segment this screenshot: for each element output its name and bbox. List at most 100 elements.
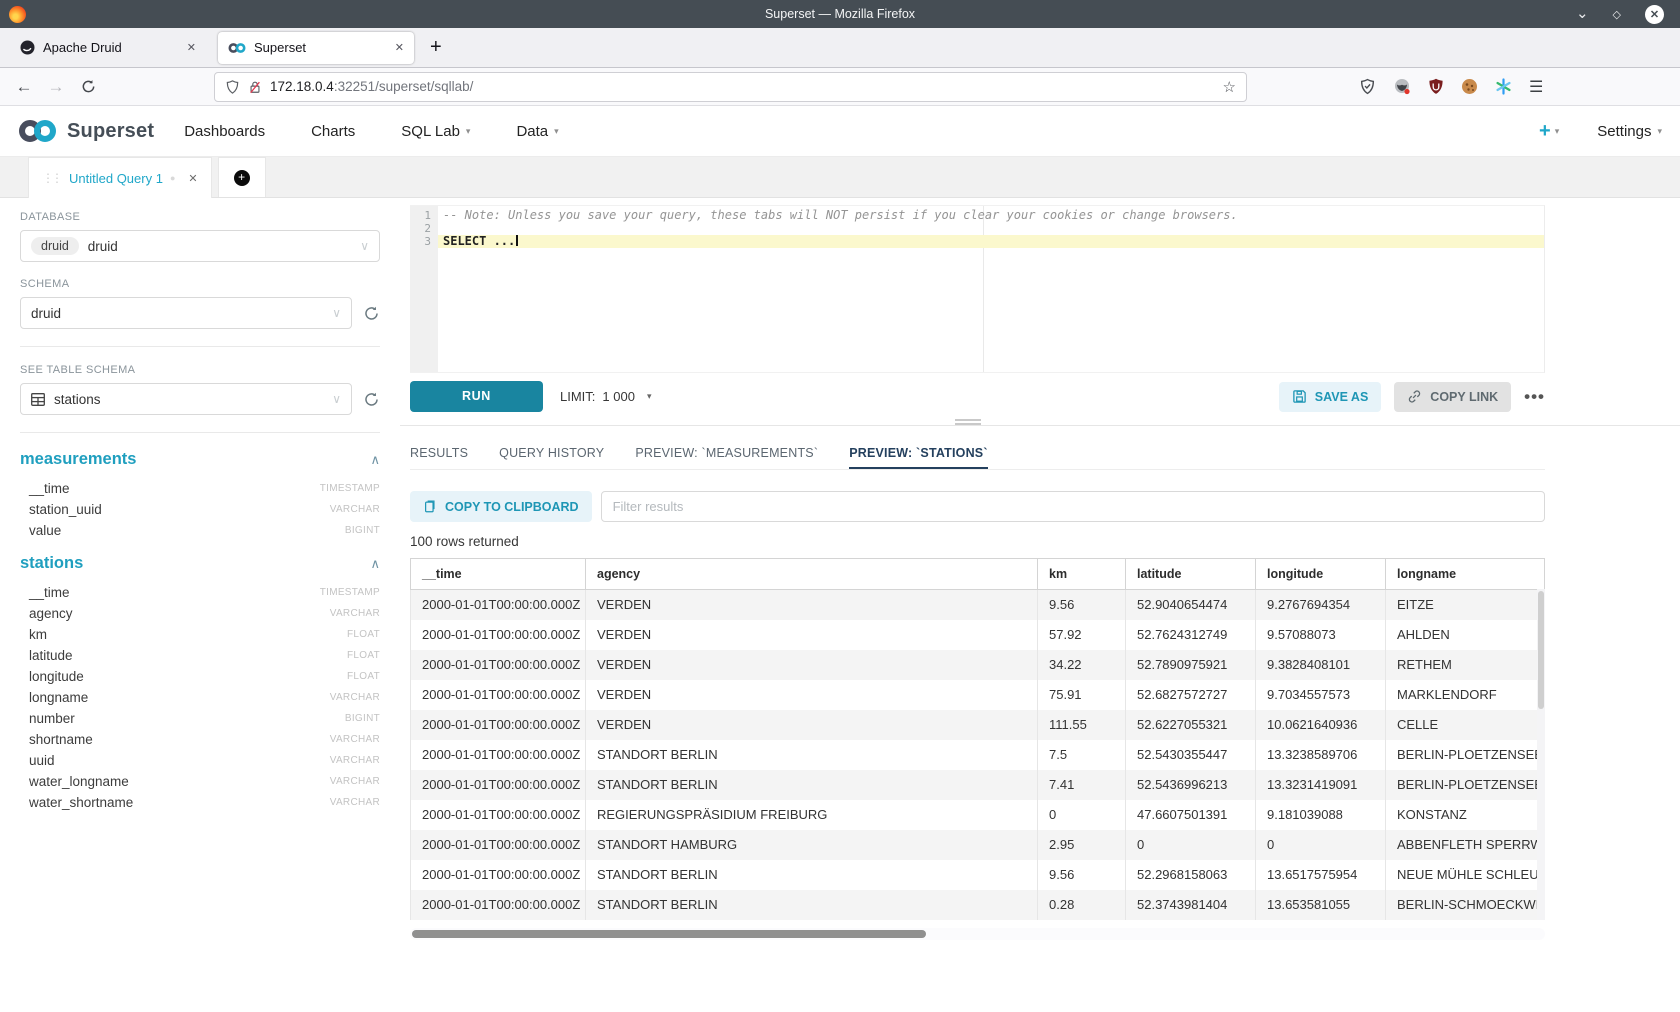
- results-tab[interactable]: PREVIEW: `MEASUREMENTS`: [635, 438, 818, 469]
- cookie-icon[interactable]: [1461, 78, 1478, 95]
- window-close-icon[interactable]: ✕: [1645, 5, 1664, 24]
- code-line[interactable]: [438, 222, 1544, 235]
- refresh-tables-icon[interactable]: [363, 391, 380, 408]
- table-section-header[interactable]: stations ∧: [20, 554, 380, 573]
- copy-to-clipboard-button[interactable]: COPY TO CLIPBOARD: [410, 491, 592, 522]
- url-text[interactable]: 172.18.0.4:32251/superset/sqllab/: [270, 79, 473, 94]
- grid-cell: 2000-01-01T00:00:00.000Z: [411, 740, 586, 770]
- ublock-icon[interactable]: [1428, 78, 1444, 95]
- run-button[interactable]: RUN: [410, 381, 543, 412]
- query-tab-close-icon[interactable]: ✕: [188, 172, 197, 185]
- save-as-button[interactable]: SAVE AS: [1279, 382, 1382, 412]
- database-select[interactable]: druid druid ∨: [20, 230, 380, 262]
- scrollbar-thumb[interactable]: [412, 930, 926, 938]
- grid-row[interactable]: 2000-01-01T00:00:00.000ZVERDEN57.9252.76…: [411, 620, 1545, 650]
- chevron-up-icon[interactable]: ∧: [370, 556, 380, 572]
- url-bar[interactable]: 172.18.0.4:32251/superset/sqllab/ ☆: [214, 72, 1247, 102]
- grid-row[interactable]: 2000-01-01T00:00:00.000ZSTANDORT BERLIN7…: [411, 770, 1545, 800]
- tab-close-icon[interactable]: ✕: [187, 41, 196, 54]
- results-grid: __timeagencykmlatitudelongitudelongname …: [410, 558, 1545, 920]
- filter-results-input[interactable]: [601, 491, 1545, 522]
- grid-row[interactable]: 2000-01-01T00:00:00.000ZSTANDORT BERLIN7…: [411, 740, 1545, 770]
- shield-permissions-icon[interactable]: [225, 79, 240, 95]
- grid-row[interactable]: 2000-01-01T00:00:00.000ZSTANDORT HAMBURG…: [411, 830, 1545, 860]
- caret-down-icon[interactable]: ▾: [1555, 126, 1560, 137]
- table-section-header[interactable]: measurements ∧: [20, 450, 380, 469]
- grid-cell: 7.5: [1038, 740, 1126, 770]
- superset-logo: [18, 118, 58, 144]
- grid-cell: 2.95: [1038, 830, 1126, 860]
- superset-brand[interactable]: Superset: [18, 118, 154, 144]
- shield-check-icon[interactable]: [1359, 78, 1376, 95]
- chevron-up-icon[interactable]: ∧: [370, 452, 380, 468]
- copy-link-button[interactable]: COPY LINK: [1394, 382, 1511, 412]
- sqllab-content: 123 -- Note: Unless you save your query,…: [400, 198, 1680, 1012]
- grid-row[interactable]: 2000-01-01T00:00:00.000ZVERDEN111.5552.6…: [411, 710, 1545, 740]
- nav-item-data[interactable]: Data▾: [516, 123, 558, 140]
- mask-extension-icon[interactable]: [1393, 78, 1411, 95]
- grid-cell: 2000-01-01T00:00:00.000Z: [411, 890, 586, 920]
- forward-icon[interactable]: →: [40, 77, 72, 97]
- maximize-icon[interactable]: ◇: [1613, 8, 1621, 21]
- grid-row[interactable]: 2000-01-01T00:00:00.000ZREGIERUNGSPRÄSID…: [411, 800, 1545, 830]
- new-item-plus-button[interactable]: +: [1539, 122, 1551, 140]
- query-tab-active[interactable]: ⋮⋮ Untitled Query 1 ● ✕: [28, 157, 212, 198]
- grid-header-cell[interactable]: latitude: [1126, 559, 1256, 590]
- table-name[interactable]: stations: [20, 554, 83, 573]
- pane-splitter[interactable]: [400, 425, 1680, 426]
- results-tab[interactable]: PREVIEW: `STATIONS`: [849, 438, 988, 469]
- table-select[interactable]: stations ∨: [20, 383, 352, 415]
- splitter-handle-icon[interactable]: [955, 417, 981, 427]
- grid-cell: ABBENFLETH SPERRWERK: [1386, 830, 1545, 860]
- new-tab-icon[interactable]: +: [430, 36, 442, 59]
- hamburger-menu-icon[interactable]: ☰: [1529, 77, 1543, 97]
- grid-header-cell[interactable]: longitude: [1256, 559, 1386, 590]
- code-line[interactable]: SELECT ...: [438, 235, 1544, 248]
- back-icon[interactable]: ←: [8, 77, 40, 97]
- schema-select[interactable]: druid ∨: [20, 297, 352, 329]
- browser-tab-druid[interactable]: Apache Druid ✕: [10, 32, 206, 64]
- sparkle-extension-icon[interactable]: [1495, 78, 1512, 95]
- nav-item-sql-lab[interactable]: SQL Lab▾: [401, 123, 470, 140]
- grid-row[interactable]: 2000-01-01T00:00:00.000ZVERDEN34.2252.78…: [411, 650, 1545, 680]
- grid-row[interactable]: 2000-01-01T00:00:00.000ZSTANDORT BERLIN9…: [411, 860, 1545, 890]
- insecure-lock-icon[interactable]: [248, 79, 262, 95]
- query-tab-strip: ⋮⋮ Untitled Query 1 ● ✕ +: [0, 157, 1680, 198]
- caret-down-icon: ▾: [647, 391, 652, 402]
- refresh-schema-icon[interactable]: [363, 305, 380, 322]
- grid-cell: 13.6517575954: [1256, 860, 1386, 890]
- grid-header-cell[interactable]: agency: [586, 559, 1038, 590]
- grid-cell: RETHEM: [1386, 650, 1545, 680]
- grid-header-cell[interactable]: __time: [411, 559, 586, 590]
- minimize-icon[interactable]: ⌄: [1576, 9, 1589, 19]
- floppy-disk-icon: [1292, 389, 1307, 404]
- code-line[interactable]: -- Note: Unless you save your query, the…: [438, 209, 1544, 222]
- sql-editor[interactable]: 123 -- Note: Unless you save your query,…: [410, 205, 1545, 373]
- nav-item-dashboards[interactable]: Dashboards: [184, 123, 265, 140]
- new-query-tab-button[interactable]: +: [218, 157, 266, 197]
- results-tab[interactable]: RESULTS: [410, 438, 468, 469]
- grid-vertical-scrollbar[interactable]: [1537, 589, 1545, 920]
- grid-row[interactable]: 2000-01-01T00:00:00.000ZVERDEN9.5652.904…: [411, 590, 1545, 620]
- table-name[interactable]: measurements: [20, 450, 136, 469]
- reload-icon[interactable]: [72, 79, 104, 94]
- grid-cell: 0: [1256, 830, 1386, 860]
- unsaved-dot-icon: ●: [170, 173, 175, 183]
- more-actions-icon[interactable]: •••: [1524, 387, 1545, 407]
- nav-item-charts[interactable]: Charts: [311, 123, 355, 140]
- grid-header-cell[interactable]: longname: [1386, 559, 1545, 590]
- tab-close-icon[interactable]: ✕: [395, 41, 404, 54]
- grid-header-cell[interactable]: km: [1038, 559, 1126, 590]
- grid-row[interactable]: 2000-01-01T00:00:00.000ZVERDEN75.9152.68…: [411, 680, 1545, 710]
- browser-tab-superset[interactable]: Superset ✕: [218, 32, 414, 64]
- grid-row[interactable]: 2000-01-01T00:00:00.000ZSTANDORT BERLIN0…: [411, 890, 1545, 920]
- limit-control[interactable]: LIMIT: 1 000 ▾: [560, 389, 651, 404]
- settings-menu[interactable]: Settings: [1597, 123, 1651, 140]
- query-tab-title[interactable]: Untitled Query 1: [69, 171, 163, 186]
- bookmark-star-icon[interactable]: ☆: [1223, 78, 1236, 96]
- grid-cell: AHLDEN: [1386, 620, 1545, 650]
- results-tab[interactable]: QUERY HISTORY: [499, 438, 604, 469]
- grid-horizontal-scrollbar[interactable]: [410, 928, 1545, 940]
- editor-lines[interactable]: -- Note: Unless you save your query, the…: [438, 206, 1544, 372]
- drag-grip-icon[interactable]: ⋮⋮: [42, 171, 60, 185]
